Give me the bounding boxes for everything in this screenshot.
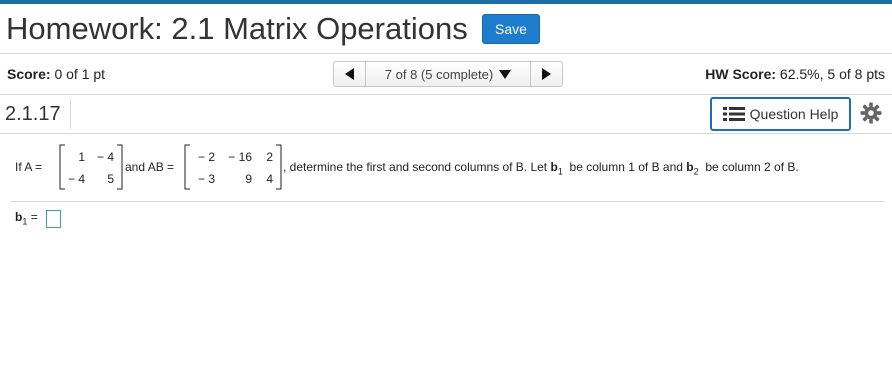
question-number: 2.1.17 bbox=[5, 103, 61, 125]
and-ab-text: and AB = bbox=[125, 160, 175, 174]
arrow-left-icon bbox=[344, 68, 354, 80]
matrix-cell: 2 bbox=[266, 150, 273, 164]
problem-text-3: be column 2 of B. bbox=[705, 160, 799, 174]
matrix-cell: − 4 bbox=[67, 172, 85, 186]
divider bbox=[70, 99, 71, 129]
b2-symbol: b bbox=[686, 160, 694, 174]
score-bar: Score: 0 of 1 pt 7 of 8 (5 complete) HW … bbox=[0, 54, 892, 95]
question-navigator: 7 of 8 (5 complete) bbox=[333, 61, 563, 87]
next-question-button[interactable] bbox=[530, 62, 562, 86]
question-select-dropdown[interactable]: 7 of 8 (5 complete) bbox=[366, 62, 530, 86]
gear-icon[interactable] bbox=[860, 102, 882, 124]
question-score: Score: 0 of 1 pt bbox=[7, 66, 105, 82]
score-value: 0 of 1 pt bbox=[54, 66, 106, 82]
answer-equals: = bbox=[30, 210, 38, 224]
answer-subscript: 1 bbox=[22, 216, 28, 227]
question-help-label: Question Help bbox=[749, 106, 839, 122]
problem-text: , determine the first and second columns… bbox=[283, 160, 799, 176]
hw-score: HW Score: 62.5%, 5 of 8 pts bbox=[705, 66, 885, 82]
matrix-cell: 1 bbox=[78, 150, 85, 164]
matrix-cell: − 2 bbox=[197, 150, 215, 164]
list-icon bbox=[722, 107, 745, 121]
hw-score-label: HW Score: bbox=[705, 66, 777, 82]
problem-statement: If A = 1 − 4 − 4 5 and AB = − 2 − 16 2 −… bbox=[15, 140, 885, 200]
b2-subscript: 2 bbox=[693, 166, 699, 177]
question-header: 2.1.17 Question Help bbox=[0, 95, 892, 134]
b1-subscript: 1 bbox=[557, 166, 563, 177]
b1-symbol: b bbox=[550, 160, 558, 174]
title-bar: Homework: 2.1 Matrix Operations Save bbox=[0, 4, 892, 54]
problem-text-2: be column 1 of B and bbox=[569, 160, 683, 174]
arrow-right-icon bbox=[541, 68, 551, 80]
matrix-a: 1 − 4 − 4 5 bbox=[59, 144, 123, 190]
save-button[interactable]: Save bbox=[482, 14, 540, 44]
problem-divider bbox=[10, 201, 884, 202]
caret-down-icon bbox=[499, 69, 512, 79]
matrix-cell: 5 bbox=[107, 172, 114, 186]
matrix-ab: − 2 − 16 2 − 3 9 4 bbox=[184, 144, 282, 190]
previous-question-button[interactable] bbox=[334, 62, 366, 86]
problem-text-1: , determine the first and second columns… bbox=[283, 160, 548, 174]
hw-score-value: 62.5%, 5 of 8 pts bbox=[779, 66, 885, 82]
matrix-cell: 4 bbox=[266, 172, 273, 186]
if-a-text: If A = bbox=[15, 160, 43, 174]
score-label: Score: bbox=[7, 66, 51, 82]
answer-input[interactable] bbox=[46, 210, 61, 228]
answer-label: b1 = bbox=[15, 210, 38, 226]
page-title: Homework: 2.1 Matrix Operations bbox=[6, 11, 468, 46]
question-help-button[interactable]: Question Help bbox=[710, 97, 851, 131]
matrix-cell: − 16 bbox=[228, 150, 252, 164]
matrix-cell: − 4 bbox=[96, 150, 114, 164]
matrix-cell: 9 bbox=[245, 172, 252, 186]
question-position: 7 of 8 (5 complete) bbox=[384, 66, 494, 82]
matrix-cell: − 3 bbox=[197, 172, 215, 186]
